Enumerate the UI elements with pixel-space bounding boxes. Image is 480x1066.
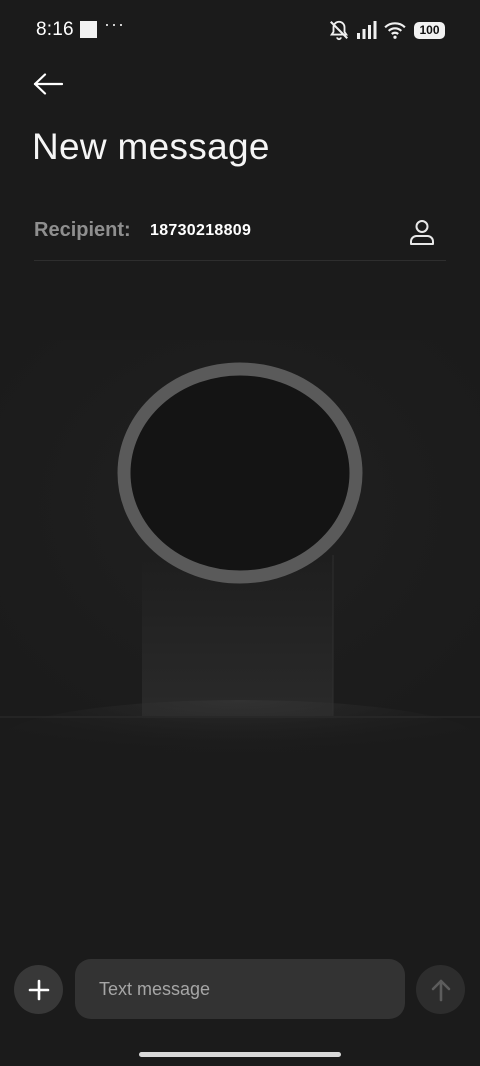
send-button[interactable]: [416, 965, 465, 1014]
recipient-divider: [34, 260, 446, 261]
message-input[interactable]: [99, 959, 381, 1019]
select-contact-button[interactable]: [404, 214, 440, 250]
arrow-up-icon: [431, 979, 450, 1001]
status-bar: 8:16 ··· 100: [0, 0, 480, 60]
person-icon: [410, 220, 434, 245]
recipient-row[interactable]: Recipient: 18730218809: [34, 208, 446, 260]
more-notifications-indicator: ···: [104, 14, 125, 34]
battery-icon: 100: [414, 21, 445, 39]
empty-state-illustration: [0, 300, 480, 860]
recipient-value[interactable]: 18730218809: [150, 222, 251, 240]
arrow-left-icon: [33, 73, 63, 95]
status-icons: 100: [328, 18, 445, 42]
home-indicator[interactable]: [139, 1052, 341, 1057]
plus-icon: [28, 979, 49, 1000]
message-field[interactable]: [75, 959, 405, 1019]
status-time: 8:16: [36, 19, 74, 40]
add-attachment-button[interactable]: [14, 965, 63, 1014]
empty-state-ring: [117, 362, 363, 584]
page-title: New message: [32, 126, 270, 167]
wifi-icon: [384, 21, 406, 39]
mute-bell-icon: [328, 19, 350, 41]
recipient-label: Recipient:: [34, 219, 131, 241]
cellular-signal-icon: [356, 21, 378, 39]
back-button[interactable]: [26, 62, 70, 106]
notification-square-icon: [80, 21, 97, 38]
